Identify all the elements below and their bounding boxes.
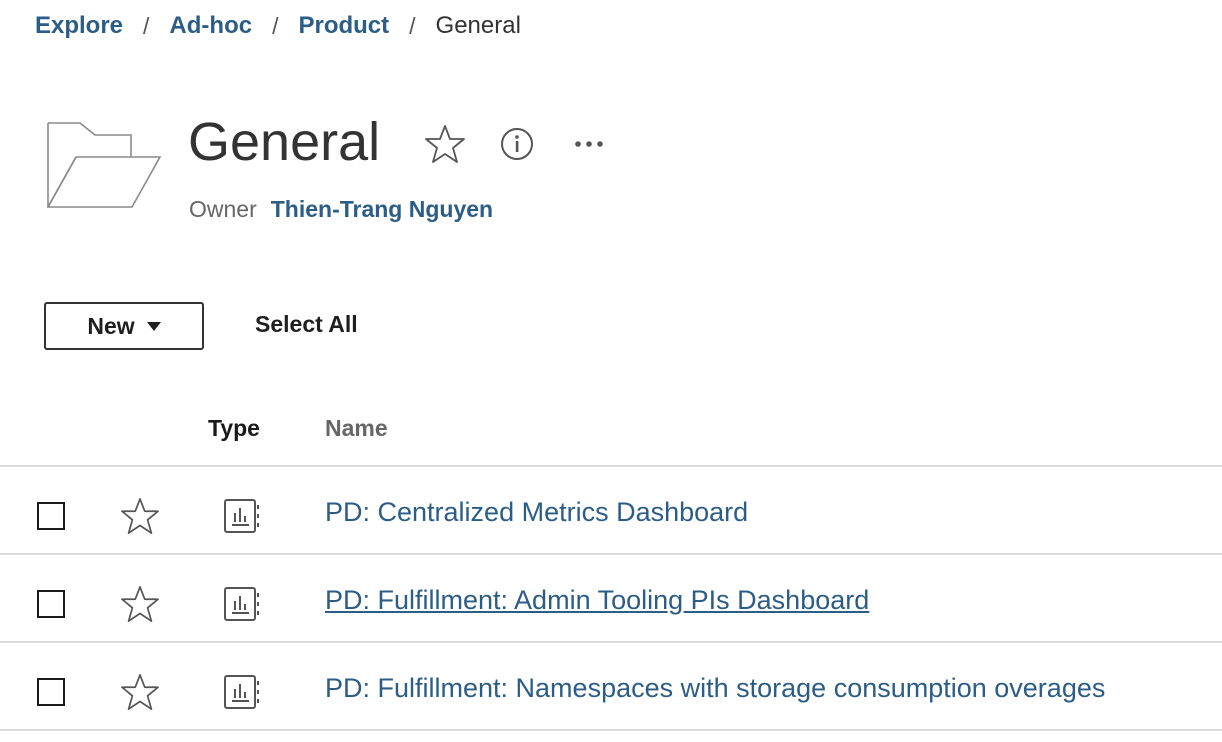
select-all-button[interactable]: Select All [255, 311, 358, 338]
row-checkbox[interactable] [37, 590, 65, 618]
chevron-down-icon [146, 321, 161, 331]
breadcrumb-current: General [435, 12, 521, 39]
row-checkbox[interactable] [37, 678, 65, 706]
row-checkbox[interactable] [37, 502, 65, 530]
row-name-link[interactable]: PD: Centralized Metrics Dashboard [325, 497, 748, 528]
page: Explore / Ad-hoc / Product / General Gen… [0, 0, 1222, 742]
info-icon[interactable] [500, 127, 534, 161]
row-name-link[interactable]: PD: Fulfillment: Admin Tooling PIs Dashb… [325, 585, 869, 616]
workbook-icon [224, 587, 259, 621]
new-button-label: New [87, 312, 135, 339]
breadcrumb-separator: / [143, 12, 150, 39]
owner-label: Owner [189, 196, 257, 222]
column-header-name[interactable]: Name [325, 415, 388, 442]
divider [0, 553, 1222, 555]
breadcrumb-separator: / [272, 12, 279, 39]
workbook-icon [224, 675, 259, 709]
star-icon[interactable] [121, 497, 159, 535]
breadcrumb-ad-hoc[interactable]: Ad-hoc [169, 12, 252, 40]
star-icon[interactable] [425, 124, 465, 164]
breadcrumb: Explore / Ad-hoc / Product / General [35, 10, 521, 42]
breadcrumb-product[interactable]: Product [298, 12, 389, 40]
table-row: PD: Fulfillment: Admin Tooling PIs Dashb… [0, 557, 1222, 643]
divider [0, 641, 1222, 643]
star-icon[interactable] [121, 585, 159, 623]
column-header-type[interactable]: Type [208, 415, 260, 442]
folder-icon [46, 122, 162, 208]
new-button[interactable]: New [44, 302, 204, 350]
more-icon[interactable] [573, 136, 605, 152]
breadcrumb-explore[interactable]: Explore [35, 12, 123, 40]
page-title: General [188, 112, 381, 172]
star-icon[interactable] [121, 673, 159, 711]
divider [0, 729, 1222, 731]
owner-link[interactable]: Thien-Trang Nguyen [271, 196, 493, 223]
owner-row: Owner Thien-Trang Nguyen [189, 196, 493, 223]
table-row: PD: Fulfillment: Namespaces with storage… [0, 645, 1222, 731]
breadcrumb-separator: / [409, 12, 416, 39]
row-name-link[interactable]: PD: Fulfillment: Namespaces with storage… [325, 673, 1105, 704]
table-row: PD: Centralized Metrics Dashboard [0, 469, 1222, 555]
divider [0, 465, 1222, 467]
workbook-icon [224, 499, 259, 533]
